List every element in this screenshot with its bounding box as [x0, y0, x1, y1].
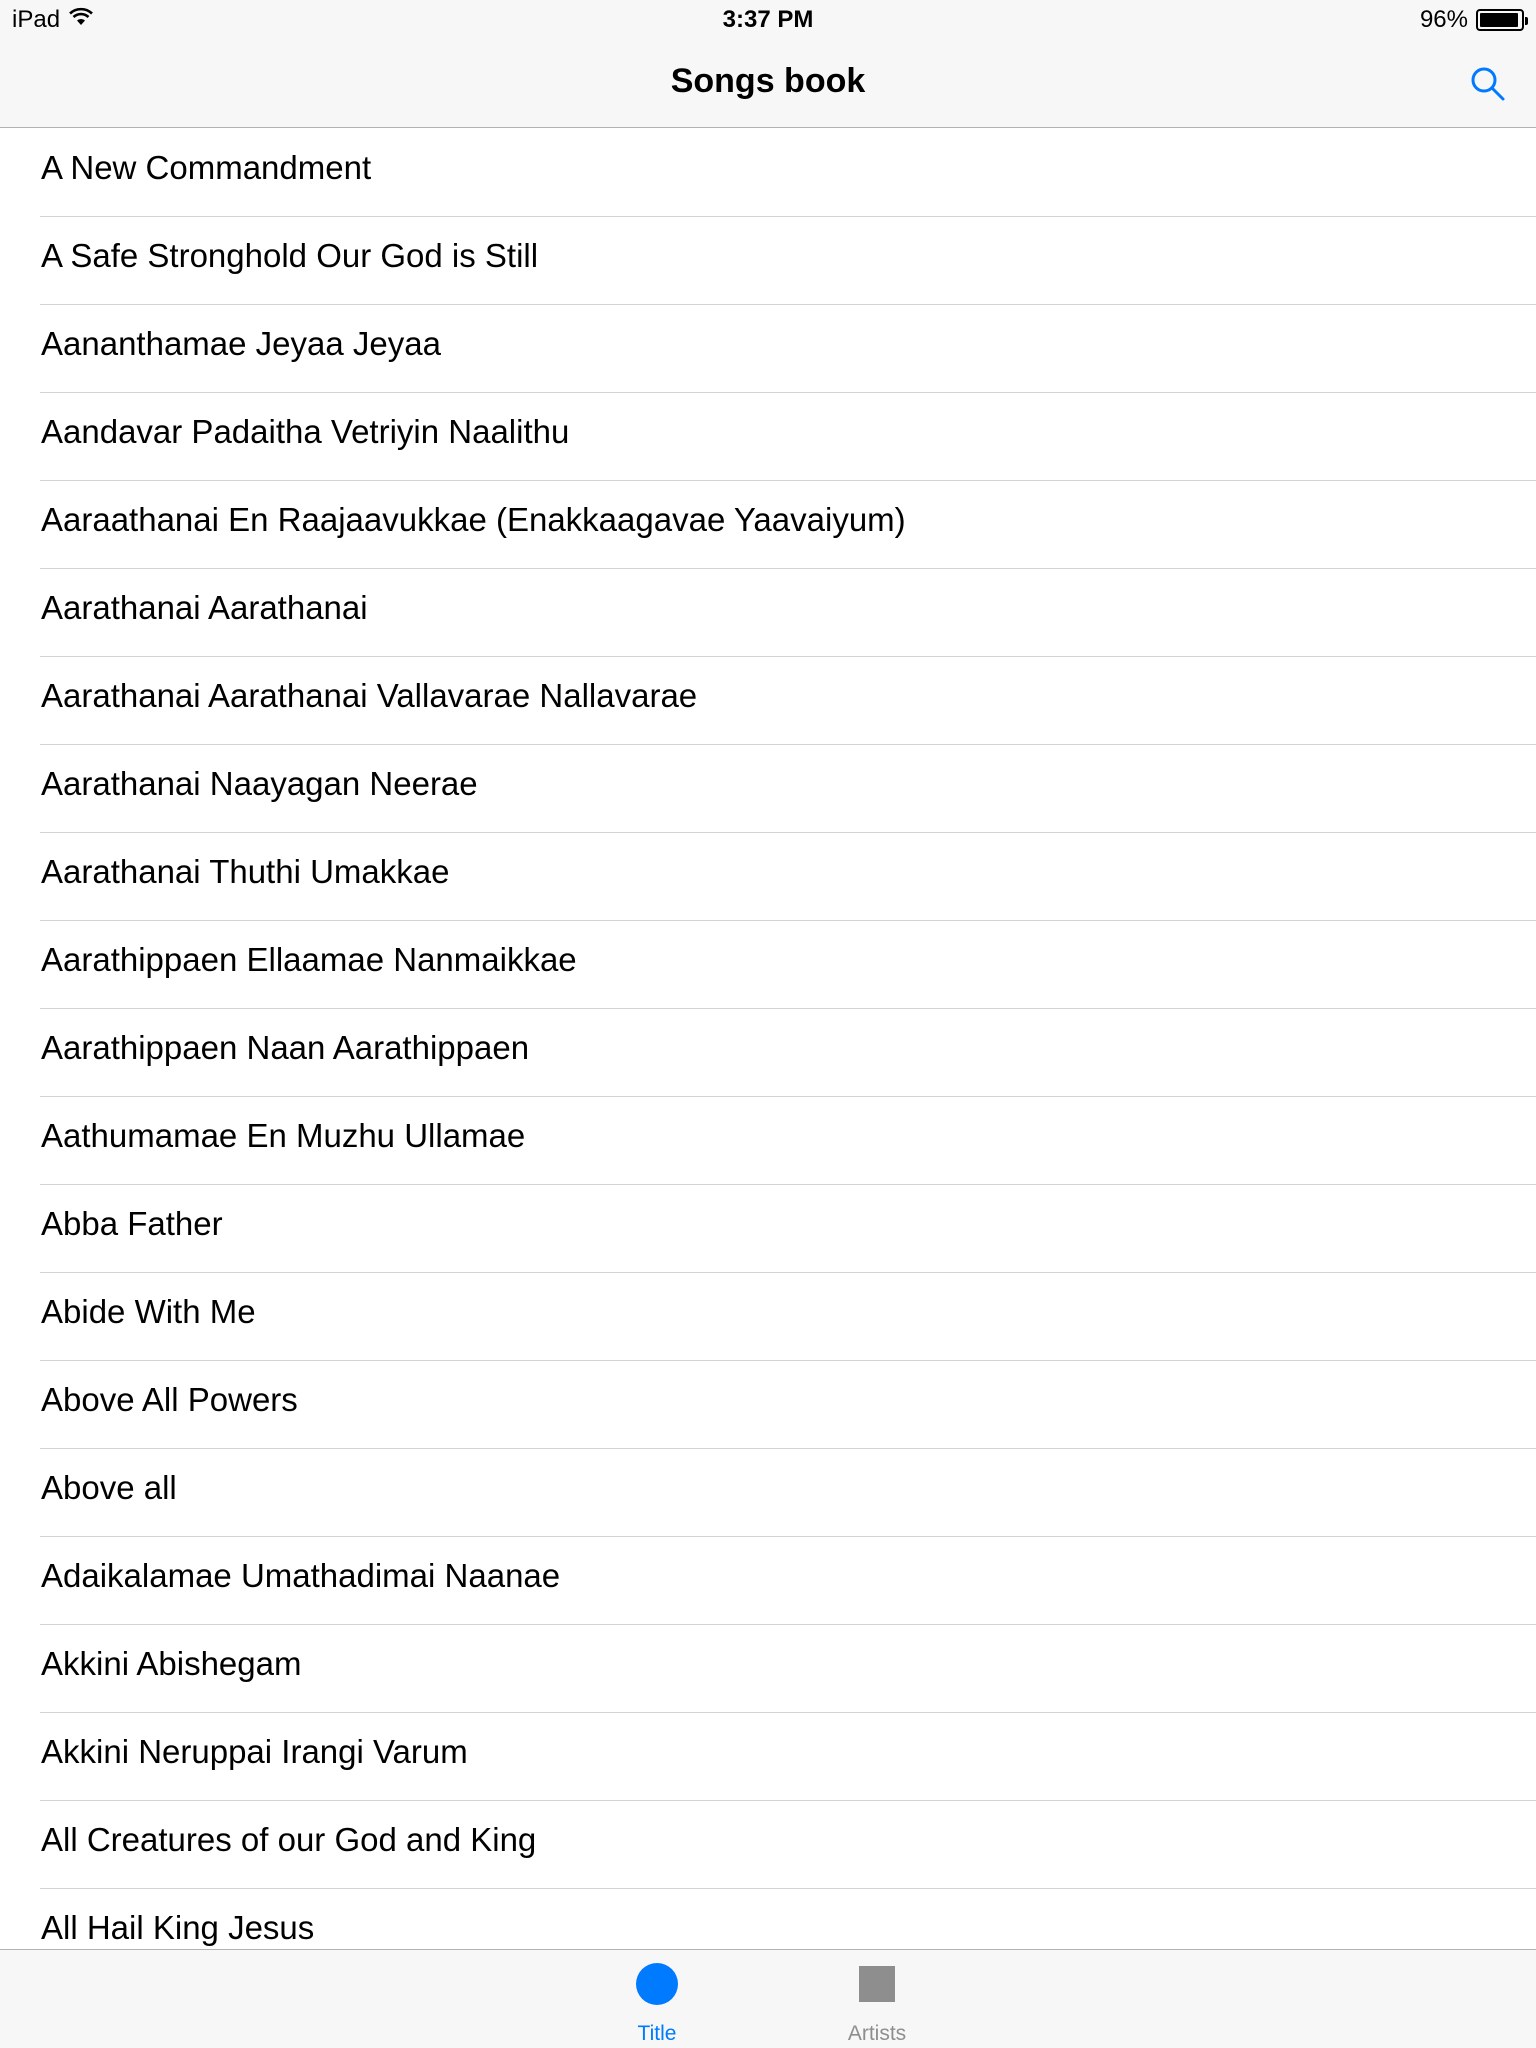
- song-title: A New Commandment: [41, 149, 372, 186]
- circle-icon: [636, 1963, 678, 2005]
- tab-artists[interactable]: Artists: [817, 1962, 937, 2046]
- tab-bar: Title Artists: [0, 1949, 1536, 2048]
- song-title: Aarathanai Aarathanai Vallavarae Nallava…: [41, 677, 698, 714]
- song-title: Abide With Me: [41, 1293, 256, 1330]
- song-title: Above All Powers: [41, 1381, 298, 1418]
- song-title: Akkini Neruppai Irangi Varum: [41, 1733, 468, 1770]
- search-icon: [1471, 67, 1505, 101]
- tab-artists-label: Artists: [847, 2022, 907, 2045]
- battery-percent: 96%: [1419, 6, 1468, 33]
- song-title: Aarathippaen Ellaamae Nanmaikkae: [41, 941, 577, 978]
- list-item[interactable]: Above all: [0, 1449, 1536, 1537]
- list-item[interactable]: Abba Father: [0, 1185, 1536, 1273]
- status-time: 3:37 PM: [722, 6, 814, 33]
- status-right: 96%: [1419, 6, 1528, 34]
- song-title: Aaraathanai En Raajaavukkae (Enakkaagava…: [41, 501, 906, 538]
- status-bar: iPad 3:37 PM 96%: [0, 0, 1536, 40]
- battery-fill: [1480, 13, 1519, 27]
- list-item[interactable]: Adaikalamae Umathadimai Naanae: [0, 1537, 1536, 1625]
- song-title: Adaikalamae Umathadimai Naanae: [41, 1557, 561, 1594]
- song-title: Aarathippaen Naan Aarathippaen: [41, 1029, 530, 1066]
- tab-title-icon-wrap: [597, 1962, 717, 2006]
- list-item[interactable]: Aarathippaen Ellaamae Nanmaikkae: [0, 921, 1536, 1009]
- tab-artists-icon-wrap: [817, 1962, 937, 2006]
- list-item[interactable]: Aarathanai Thuthi Umakkae: [0, 833, 1536, 921]
- list-item[interactable]: Akkini Abishegam: [0, 1625, 1536, 1713]
- battery-icon: [1476, 9, 1528, 31]
- list-item[interactable]: Aandavar Padaitha Vetriyin Naalithu: [0, 393, 1536, 481]
- tab-title-label: Title: [637, 2022, 677, 2045]
- tab-title[interactable]: Title: [597, 1962, 717, 2046]
- list-item[interactable]: Akkini Neruppai Irangi Varum: [0, 1713, 1536, 1801]
- song-title: All Creatures of our God and King: [41, 1821, 537, 1858]
- song-title: Above all: [41, 1469, 177, 1506]
- list-item[interactable]: All Hail King Jesus: [0, 1889, 1536, 1949]
- list-item[interactable]: Abide With Me: [0, 1273, 1536, 1361]
- song-title: A Safe Stronghold Our God is Still: [41, 237, 539, 274]
- list-item[interactable]: Aaraathanai En Raajaavukkae (Enakkaagava…: [0, 481, 1536, 569]
- list-item[interactable]: Aarathanai Aarathanai Vallavarae Nallava…: [0, 657, 1536, 745]
- song-title: Aathumamae En Muzhu Ullamae: [41, 1117, 526, 1154]
- page-title: Songs book: [670, 62, 866, 100]
- list-item[interactable]: A New Commandment: [0, 129, 1536, 217]
- song-title: Akkini Abishegam: [41, 1645, 302, 1682]
- search-button[interactable]: [1464, 60, 1512, 108]
- list-item[interactable]: All Creatures of our God and King: [0, 1801, 1536, 1889]
- list-item[interactable]: Aananthamae Jeyaa Jeyaa: [0, 305, 1536, 393]
- song-title: All Hail King Jesus: [41, 1909, 315, 1946]
- song-title: Aarathanai Aarathanai: [41, 589, 368, 626]
- list-item[interactable]: A Safe Stronghold Our God is Still: [0, 217, 1536, 305]
- list-item[interactable]: Above All Powers: [0, 1361, 1536, 1449]
- song-title: Aarathanai Naayagan Neerae: [41, 765, 478, 802]
- list-item[interactable]: Aarathanai Naayagan Neerae: [0, 745, 1536, 833]
- navigation-bar: Songs book: [0, 40, 1536, 128]
- song-title: Abba Father: [41, 1205, 223, 1242]
- list-item[interactable]: Aarathanai Aarathanai: [0, 569, 1536, 657]
- square-icon: [859, 1966, 895, 2002]
- list-item[interactable]: Aathumamae En Muzhu Ullamae: [0, 1097, 1536, 1185]
- song-title: Aandavar Padaitha Vetriyin Naalithu: [41, 413, 570, 450]
- song-list: A New Commandment A Safe Stronghold Our G…: [0, 129, 1536, 1949]
- list-item[interactable]: Aarathippaen Naan Aarathippaen: [0, 1009, 1536, 1097]
- song-title: Aarathanai Thuthi Umakkae: [41, 853, 450, 890]
- song-title: Aananthamae Jeyaa Jeyaa: [41, 325, 441, 362]
